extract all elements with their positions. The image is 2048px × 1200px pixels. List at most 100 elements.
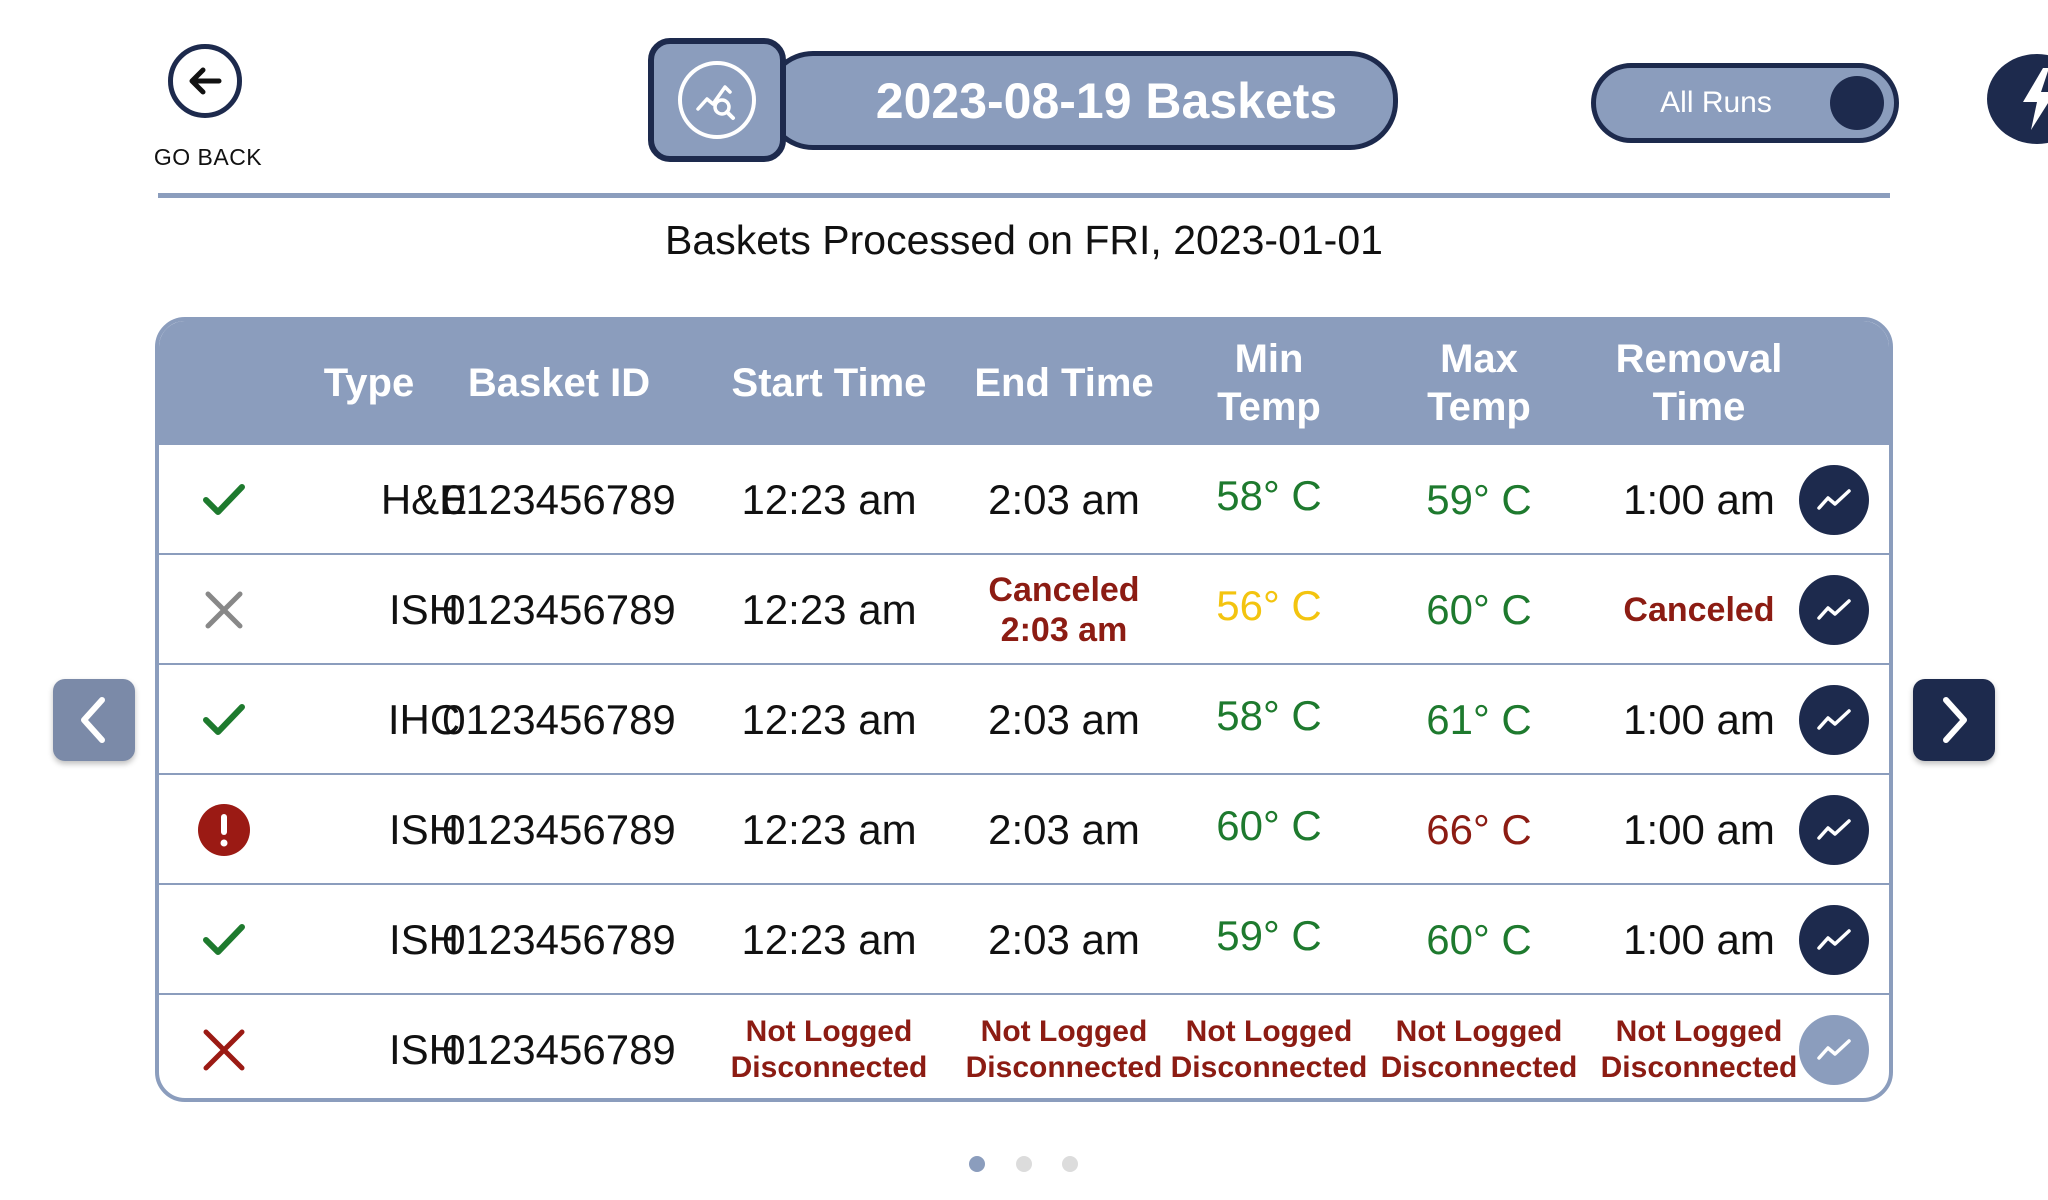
min-temp-cell: 56° C	[1216, 582, 1322, 629]
lightning-button[interactable]	[1987, 54, 2048, 144]
end-time-cell: 2:03 am	[988, 916, 1140, 963]
trend-icon	[1817, 489, 1851, 510]
lightning-icon	[2023, 68, 2048, 130]
table-row: IHC 0123456789 12:23 am 2:03 am 58° C 61…	[159, 665, 1889, 775]
start-time-cell: Not Logged Disconnected	[694, 995, 964, 1098]
all-runs-toggle-label: All Runs	[1660, 86, 1772, 119]
min-temp-cell: 59° C	[1216, 912, 1322, 959]
min-temp-cell: 60° C	[1216, 802, 1322, 849]
trend-icon	[1817, 819, 1851, 840]
end-time-cell: Canceled 2:03 am	[929, 555, 1199, 665]
page-title: 2023-08-19 Baskets	[875, 72, 1338, 129]
col-header-basket-id: Basket ID	[467, 361, 651, 405]
trend-chart-button[interactable]	[1799, 575, 1869, 645]
min-temp-cell: Not Logged Disconnected	[1164, 995, 1374, 1098]
trend-icon	[1817, 709, 1851, 730]
go-back-button[interactable]: GO BACK	[140, 44, 276, 174]
not-logged-label: Not Logged	[1615, 1015, 1783, 1048]
removal-time-cell: 1:00 am	[1623, 696, 1775, 743]
chevron-right-icon	[1943, 697, 1967, 743]
disconnected-label: Disconnected	[965, 1051, 1163, 1084]
max-temp-cell: 60° C	[1426, 586, 1532, 633]
disconnected-label: Disconnected	[1600, 1051, 1798, 1084]
header-divider	[158, 193, 1890, 198]
not-logged-label: Not Logged	[1185, 1015, 1353, 1048]
alert-icon	[194, 775, 254, 885]
all-runs-toggle[interactable]: All Runs	[1591, 63, 1899, 143]
toggle-knob	[1830, 76, 1884, 130]
check-icon	[194, 665, 254, 775]
removal-time-cell: 1:00 am	[1623, 916, 1775, 963]
baskets-table: Type Basket ID Start Time End Time Min T…	[155, 317, 1893, 1102]
max-temp-cell: 59° C	[1426, 476, 1532, 523]
trend-chart-button[interactable]	[1799, 685, 1869, 755]
max-temp-cell: 66° C	[1426, 806, 1532, 853]
start-time-cell: 12:23 am	[741, 696, 917, 743]
removal-time-cell: Canceled	[1623, 590, 1775, 629]
canceled-label: Canceled	[988, 571, 1140, 609]
basket-id-cell: 0123456789	[442, 586, 676, 633]
col-header-max-temp: Max Temp	[1427, 337, 1531, 429]
section-subtitle: Baskets Processed on FRI, 2023-01-01	[665, 217, 1383, 263]
table-row: ISH 0123456789 12:23 am 2:03 am 59° C 60…	[159, 885, 1889, 995]
disconnected-label: Disconnected	[1380, 1051, 1578, 1084]
table-row: ISH 0123456789 12:23 am 2:03 am 60° C 66…	[159, 775, 1889, 885]
next-page-button[interactable]	[1913, 679, 1995, 761]
table-header: Type Basket ID Start Time End Time Min T…	[159, 321, 1889, 445]
page-dot-1[interactable]	[969, 1156, 985, 1172]
x-icon	[194, 555, 254, 665]
end-time-cell: 2:03 am	[988, 696, 1140, 743]
start-time-cell: 12:23 am	[741, 806, 917, 853]
not-logged-label: Not Logged	[980, 1015, 1148, 1048]
trend-chart-button[interactable]	[1799, 465, 1869, 535]
page-dot-2[interactable]	[1016, 1156, 1032, 1172]
removal-time-cell: Not Logged Disconnected	[1574, 995, 1824, 1098]
table-row: ISH 0123456789 12:23 am Canceled 2:03 am…	[159, 555, 1889, 665]
disconnected-label: Disconnected	[1170, 1051, 1368, 1084]
col-header-removal-time: Removal Time	[1615, 337, 1783, 429]
end-time-cell: 2:03 am	[988, 806, 1140, 853]
page-title-pill: 2023-08-19 Baskets	[765, 51, 1398, 150]
basket-id-cell: 0123456789	[442, 916, 676, 963]
end-time-value: 2:03 am	[1000, 611, 1128, 649]
not-logged-label: Not Logged	[1395, 1015, 1563, 1048]
removal-time-cell: 1:00 am	[1623, 476, 1775, 523]
not-logged-label: Not Logged	[745, 1015, 913, 1048]
start-time-cell: 12:23 am	[741, 586, 917, 633]
page-dot-3[interactable]	[1062, 1156, 1078, 1172]
min-temp-cell: 58° C	[1216, 472, 1322, 519]
go-back-label: GO BACK	[153, 144, 263, 170]
trend-icon	[1817, 1039, 1851, 1060]
basket-id-cell: 0123456789	[442, 696, 676, 743]
end-time-cell: Not Logged Disconnected	[929, 995, 1199, 1098]
col-header-min-temp: Min Temp	[1217, 337, 1321, 429]
table-row: ISH 0123456789 Not Logged Disconnected N…	[159, 995, 1889, 1098]
check-icon	[194, 445, 254, 555]
trend-icon	[1817, 599, 1851, 620]
chevron-left-icon	[81, 697, 105, 743]
trend-chart-button[interactable]	[1799, 905, 1869, 975]
max-temp-cell: Not Logged Disconnected	[1374, 995, 1584, 1098]
basket-id-cell: 0123456789	[442, 476, 676, 523]
x-icon	[194, 995, 254, 1098]
table-row: H&E 0123456789 12:23 am 2:03 am 58° C 59…	[159, 445, 1889, 555]
removal-time-cell: 1:00 am	[1623, 806, 1775, 853]
arrow-left-icon	[168, 44, 242, 118]
start-time-cell: 12:23 am	[741, 916, 917, 963]
min-temp-cell: 58° C	[1216, 692, 1322, 739]
trend-chart-button[interactable]	[1799, 1015, 1869, 1085]
basket-id-cell: 0123456789	[442, 1026, 676, 1073]
disconnected-label: Disconnected	[730, 1051, 928, 1084]
prev-page-button[interactable]	[53, 679, 135, 761]
end-time-cell: 2:03 am	[988, 476, 1140, 523]
col-header-end-time: End Time	[974, 361, 1154, 405]
basket-id-cell: 0123456789	[442, 806, 676, 853]
max-temp-cell: 60° C	[1426, 916, 1532, 963]
col-header-start-time: Start Time	[731, 361, 927, 405]
check-icon	[194, 885, 254, 995]
trend-icon	[1817, 929, 1851, 950]
chart-search-icon	[678, 61, 756, 139]
max-temp-cell: 61° C	[1426, 696, 1532, 743]
trend-chart-button[interactable]	[1799, 795, 1869, 865]
start-time-cell: 12:23 am	[741, 476, 917, 523]
